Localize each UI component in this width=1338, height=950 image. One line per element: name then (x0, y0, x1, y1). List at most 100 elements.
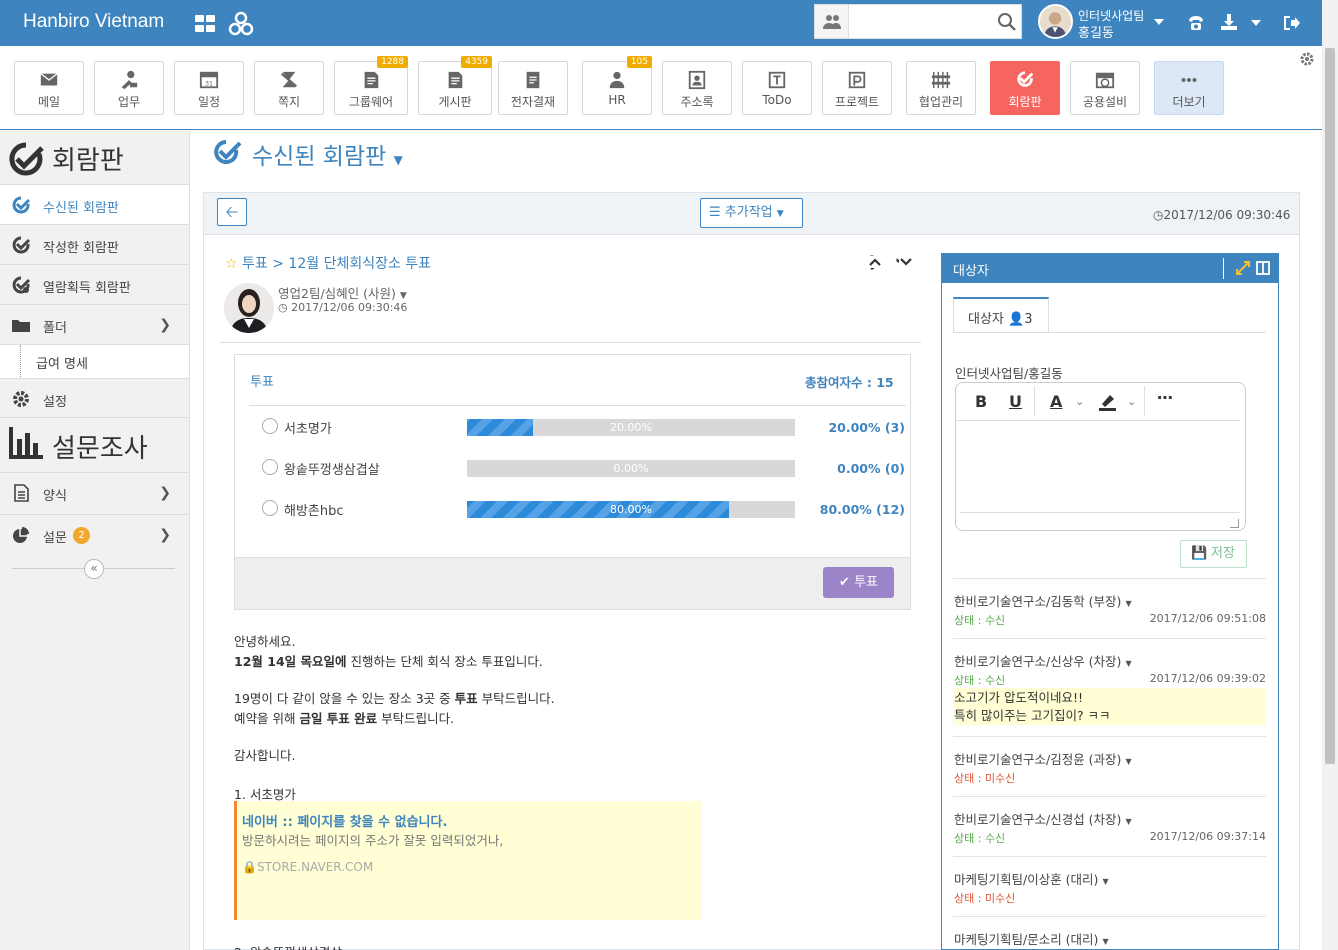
tab-recipients[interactable]: 대상자 👤3 (953, 297, 1049, 333)
phone-icon[interactable] (1187, 14, 1205, 32)
caret-down-icon[interactable]: ▼ (1125, 817, 1131, 826)
chevron-right-icon[interactable]: ❯ (159, 527, 171, 543)
caret-down-icon[interactable]: ▼ (1125, 659, 1131, 668)
extra-actions-button[interactable]: ☰ 추가작업 ▼ (700, 198, 803, 228)
sidebar-item-viewed[interactable]: 열람획득 회람판 (0, 264, 189, 304)
caret-down-icon[interactable]: ▼ (1102, 937, 1108, 946)
caret-down-icon[interactable]: ▼ (1125, 757, 1131, 766)
vote-option-label[interactable]: 서초명가 (284, 418, 332, 437)
search-icon[interactable] (997, 12, 1017, 32)
title-caret-icon[interactable]: ▼ (394, 153, 403, 167)
user-name[interactable]: 홍길동 (1078, 22, 1114, 41)
logout-icon[interactable] (1282, 14, 1300, 32)
recipient-name[interactable]: 마케팅기획팀/문소리 (대리) ▼ (954, 929, 1109, 948)
chevron-down-icon[interactable]: ⌄ (1127, 395, 1136, 408)
user-avatar[interactable] (1038, 4, 1073, 39)
expand-icon[interactable] (1236, 261, 1250, 275)
recipient-name[interactable]: 한비로기술연구소/신경섭 (차장) ▼ (954, 809, 1132, 828)
brand-title[interactable]: Hanbiro Vietnam (23, 11, 164, 33)
vote-submit-button[interactable]: ✔ 투표 (823, 567, 894, 598)
module-4[interactable]: 쪽지 (254, 61, 324, 115)
sidebar-item-folder[interactable]: 폴더 ❯ (0, 304, 189, 344)
apps-grid-icon[interactable] (195, 15, 217, 33)
module-label: 일정 (197, 95, 221, 109)
author-avatar[interactable] (224, 283, 274, 333)
vote-option-label[interactable]: 왕솥뚜껑생삼겹살 (284, 459, 380, 478)
user-menu-caret-icon[interactable] (1153, 17, 1165, 27)
recipient-name[interactable]: 마케팅기획팀/이상훈 (대리) ▼ (954, 869, 1109, 888)
module-12[interactable]: 협업관리 (906, 61, 976, 115)
module-label: 더보기 (1172, 95, 1206, 109)
module-13[interactable]: 회람판 (990, 61, 1060, 115)
todo-icon (768, 71, 786, 89)
recipient-name[interactable]: 한비로기술연구소/김정윤 (과장) ▼ (954, 749, 1132, 768)
module-5[interactable]: 그룹웨어 1288 (334, 56, 408, 115)
recipient-panel-title: 대상자 (953, 264, 989, 279)
back-button[interactable]: 🡠 (217, 198, 247, 226)
module-3[interactable]: 31 일정 (174, 61, 244, 115)
scrollbar-thumb[interactable] (1325, 48, 1335, 764)
module-14[interactable]: 공용설비 (1070, 61, 1140, 115)
breadcrumb[interactable]: ☆ 투표 > 12월 단체회식장소 투표 (225, 253, 431, 273)
chevron-right-icon[interactable]: ❯ (159, 485, 171, 501)
module-15[interactable]: 더보기 (1154, 61, 1224, 115)
module-8[interactable]: HR 105 (582, 56, 652, 115)
module-11[interactable]: 프로젝트 (822, 61, 892, 115)
module-6[interactable]: 게시판 4359 (418, 56, 492, 115)
vote-progress-label: 20.00% (610, 421, 652, 434)
module-1[interactable]: 메일 (14, 61, 84, 115)
font-color-button[interactable]: A (1050, 392, 1062, 411)
chevron-right-icon[interactable]: ❯ (159, 317, 171, 333)
organization-icon[interactable] (228, 11, 254, 37)
sidebar-subitem-salary[interactable]: 급여 명세 (0, 344, 189, 379)
star-icon[interactable]: ☆ (225, 256, 238, 272)
module-9[interactable]: 주소록 (662, 61, 732, 115)
vote-option[interactable]: 왕솥뚜껑생삼겹살 0.00% 0.00% (0) (262, 457, 912, 479)
download-icon[interactable] (1220, 13, 1238, 31)
author-name[interactable]: 영업2팀/심혜인 (사원) ▼ (278, 283, 407, 302)
bold-button[interactable]: B (975, 392, 987, 411)
vote-radio[interactable] (262, 500, 278, 516)
resize-handle-icon[interactable] (1230, 519, 1239, 528)
module-label: 그룹웨어 (348, 95, 394, 109)
page-title[interactable]: 수신된 회람판 ▼ (252, 137, 403, 171)
caret-down-icon[interactable]: ▼ (400, 291, 407, 301)
save-button[interactable]: 💾 저장 (1180, 540, 1247, 568)
vote-radio[interactable] (262, 418, 278, 434)
vote-option[interactable]: 서초명가 20.00% 20.00% (3) (262, 416, 912, 438)
sidebar-item-settings[interactable]: 설정 (0, 378, 189, 418)
more-options-icon[interactable]: ⋯ (1157, 388, 1173, 407)
settings-gear-icon[interactable] (1299, 51, 1315, 67)
panel-layout-icon[interactable] (1256, 261, 1270, 275)
module-2[interactable]: 업무 (94, 61, 164, 115)
preview-title[interactable]: 네이버 :: 페이지를 찾을 수 없습니다. (242, 811, 447, 830)
sidebar-item-forms[interactable]: 양식 ❯ (0, 472, 189, 512)
caret-down-icon[interactable]: ▼ (1125, 599, 1131, 608)
next-post-icon[interactable] (899, 256, 913, 268)
sidebar-item-written[interactable]: 작성한 회람판 (0, 224, 189, 264)
search-box[interactable] (814, 4, 1022, 39)
vote-radio[interactable] (262, 459, 278, 475)
recipient-name[interactable]: 한비로기술연구소/김동학 (부장) ▼ (954, 591, 1132, 610)
user-group-icon[interactable] (815, 5, 849, 38)
underline-button[interactable]: U (1009, 392, 1022, 411)
sidebar-item-received[interactable]: 수신된 회람판 (0, 184, 189, 224)
vote-option[interactable]: 해방촌hbc 80.00% 80.00% (12) (262, 498, 912, 520)
highlight-marker-icon[interactable] (1098, 393, 1118, 411)
module-7[interactable]: 전자결재 (498, 61, 568, 115)
download-caret-icon[interactable] (1250, 18, 1262, 28)
survey-count-badge: 2 (73, 527, 90, 544)
chevron-down-icon[interactable]: ⌄ (1075, 395, 1084, 408)
vote-progress-label: 0.00% (613, 462, 649, 475)
caret-down-icon[interactable]: ▼ (1102, 877, 1108, 886)
vote-option-label[interactable]: 해방촌hbc (284, 500, 344, 519)
preview-url[interactable]: 🔒STORE.NAVER.COM (242, 860, 373, 874)
collapse-sidebar-button[interactable]: « (84, 559, 104, 579)
divider (220, 342, 921, 343)
recipient-name[interactable]: 한비로기술연구소/신상우 (차장) ▼ (954, 651, 1132, 670)
module-10[interactable]: ToDo (742, 61, 812, 115)
body-line: 12월 14일 목요일에 진행하는 단체 회식 장소 투표입니다. (234, 654, 543, 669)
sidebar-item-survey[interactable]: 설문 2 ❯ (0, 514, 189, 554)
prev-post-icon[interactable] (868, 256, 882, 268)
task-icon (121, 70, 138, 90)
